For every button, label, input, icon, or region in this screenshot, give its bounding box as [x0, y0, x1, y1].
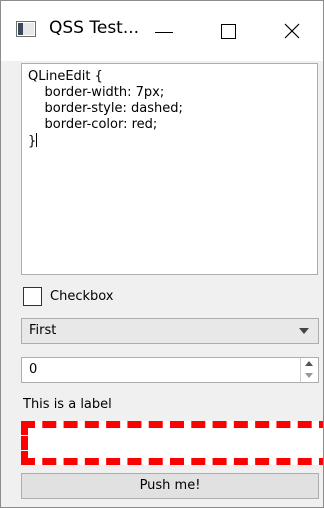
text-caret: [36, 133, 38, 147]
code-line-last: }: [28, 133, 317, 149]
checkbox[interactable]: Checkbox: [23, 287, 223, 309]
chevron-down-icon: [299, 328, 309, 334]
spin-down-icon[interactable]: [301, 370, 318, 382]
close-button[interactable]: [259, 1, 323, 61]
code-line: border-width: 7px;: [28, 85, 165, 100]
code-line: border-color: red;: [28, 117, 158, 132]
spin-value: 0: [29, 362, 38, 377]
code-line-text: }: [28, 134, 37, 149]
minimize-icon: [155, 32, 173, 33]
spin-box[interactable]: 0: [21, 357, 319, 383]
window-title: QSS Test...: [49, 18, 140, 38]
checkbox-box[interactable]: [23, 287, 42, 306]
title-bar[interactable]: QSS Test...: [1, 1, 323, 61]
combo-box[interactable]: First: [21, 318, 319, 344]
maximize-button[interactable]: [197, 1, 261, 61]
combo-value: First: [29, 323, 57, 338]
app-window: QSS Test... QLineEdit { border-width: 7p…: [0, 0, 324, 508]
spin-up-icon[interactable]: [301, 358, 318, 370]
app-window-icon: [16, 21, 36, 37]
line-edit[interactable]: [21, 421, 323, 465]
maximize-icon: [221, 24, 236, 39]
static-label: This is a label: [23, 397, 112, 412]
stylesheet-editor[interactable]: QLineEdit { border-width: 7px; border-st…: [21, 63, 318, 275]
close-icon: [284, 23, 300, 39]
checkbox-label: Checkbox: [50, 289, 114, 304]
minimize-button[interactable]: [135, 1, 199, 61]
push-button[interactable]: Push me!: [21, 473, 319, 499]
spin-buttons: [300, 358, 318, 382]
code-line: QLineEdit {: [28, 69, 103, 84]
code-line: border-style: dashed;: [28, 101, 183, 116]
